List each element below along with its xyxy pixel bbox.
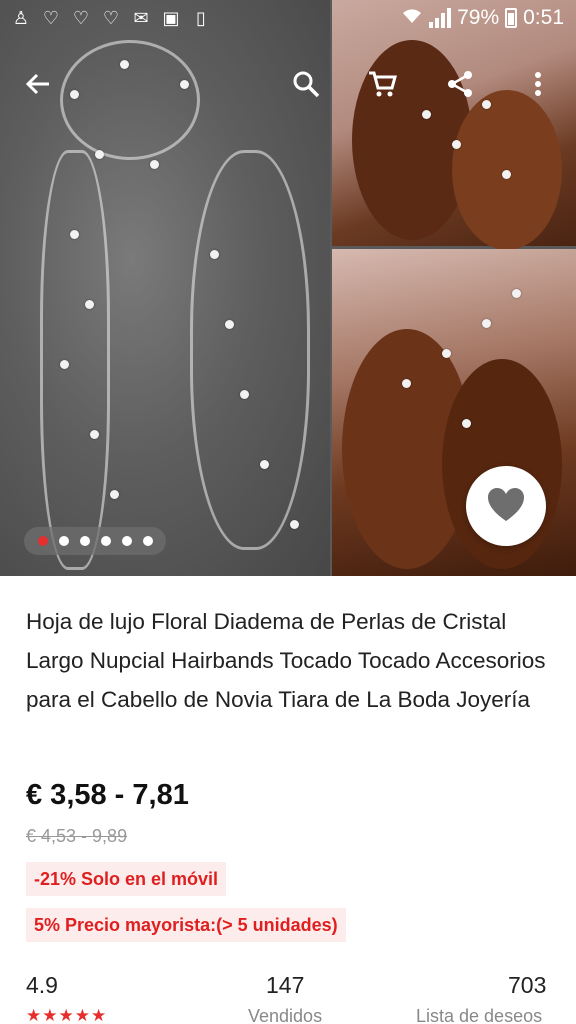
carousel-indicator[interactable] [24, 527, 166, 555]
wifi-icon [401, 7, 423, 29]
carousel-dot[interactable] [100, 536, 111, 546]
battery-percent: 79% [457, 6, 500, 29]
add-to-wishlist-button[interactable] [466, 466, 546, 546]
sold-count: 147 [266, 972, 305, 998]
mobile-discount-badge: -21% Solo en el móvil [26, 862, 227, 896]
more-vert-icon [535, 72, 541, 96]
search-icon [293, 71, 320, 98]
signal-icon [429, 8, 452, 28]
product-price: € 3,58 - 7,81 [26, 779, 189, 811]
product-title: Hoja de lujo Floral Diadema de Perlas de… [26, 609, 546, 712]
heart-icon: ♡ [42, 8, 60, 28]
original-price: € 4,53 - 9,89 [26, 826, 128, 846]
share-icon [448, 71, 472, 97]
battery-icon [505, 8, 518, 28]
carousel-dot[interactable] [37, 536, 48, 546]
heart-icon: ♡ [102, 8, 120, 28]
back-button[interactable] [16, 62, 60, 106]
heart-icon: ♡ [72, 8, 90, 28]
gallery-icon: ▣ [162, 8, 180, 28]
wishlist-label[interactable]: Lista de deseos [416, 1006, 542, 1024]
carousel-dot[interactable] [58, 536, 69, 546]
notification-icons: ♙ ♡ ♡ ♡ ✉ ▣ ▯ [10, 7, 212, 29]
mail-icon: ✉ [133, 8, 149, 28]
clipboard-icon: ▯ [196, 8, 206, 28]
status-bar: ♙ ♡ ♡ ♡ ✉ ▣ ▯ 79% 0:51 [0, 0, 576, 40]
cart-button[interactable] [360, 62, 404, 106]
carousel-dot[interactable] [142, 536, 153, 546]
wishlist-count[interactable]: 703 [508, 972, 546, 999]
top-toolbar [0, 54, 576, 114]
accessibility-icon: ♙ [12, 8, 30, 28]
cart-icon [369, 71, 397, 97]
rating-value[interactable]: 4.9 [26, 972, 58, 999]
rating-stars[interactable]: ★★★★★ [26, 1006, 107, 1024]
product-stats: 4.9 ★★★★★ 147 Vendidos 703 Lista de dese… [0, 968, 576, 1024]
carousel-dot[interactable] [79, 536, 90, 546]
wholesale-badge[interactable]: 5% Precio mayorista:(> 5 unidades) [26, 908, 346, 942]
share-button[interactable] [438, 62, 482, 106]
carousel-dot[interactable] [121, 536, 132, 546]
sold-label: Vendidos [248, 1006, 323, 1024]
more-options-button[interactable] [516, 62, 560, 106]
heart-icon [488, 488, 524, 521]
search-button[interactable] [284, 62, 328, 106]
back-arrow-icon [25, 73, 49, 95]
clock: 0:51 [523, 6, 564, 29]
